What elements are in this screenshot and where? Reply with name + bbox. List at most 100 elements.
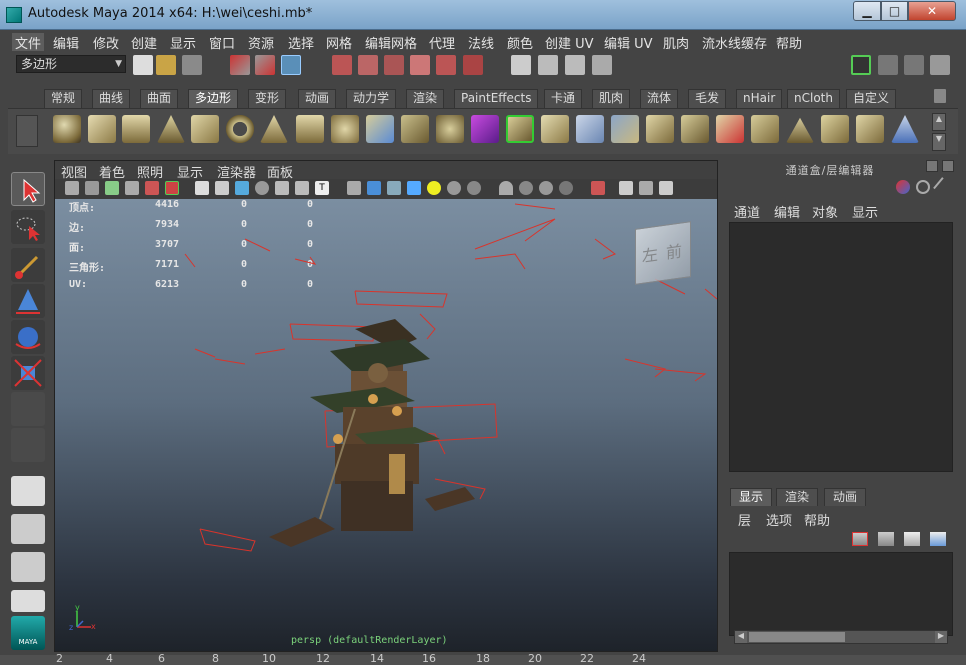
resolution-gate-icon[interactable]: [235, 181, 249, 195]
make-live-icon[interactable]: [436, 55, 456, 75]
poly-sphere-icon[interactable]: [53, 115, 81, 143]
bridge-icon[interactable]: [681, 115, 709, 143]
menu-color[interactable]: 颜色: [507, 33, 533, 52]
duplicate-face-icon[interactable]: [856, 115, 884, 143]
menu-edit-uv[interactable]: 编辑 UV: [604, 33, 653, 52]
manipulator-icon[interactable]: [933, 177, 953, 197]
scale-tool-icon[interactable]: [11, 356, 45, 390]
poly-pipe-icon[interactable]: [296, 115, 324, 143]
poly-plane-icon[interactable]: [191, 115, 219, 143]
film-gate-icon[interactable]: [215, 181, 229, 195]
last-tool-slot[interactable]: [11, 392, 45, 426]
menu-pipeline-cache[interactable]: 流水线缓存: [702, 33, 767, 52]
poly-cylinder-icon[interactable]: [122, 115, 150, 143]
separate-icon[interactable]: [401, 115, 429, 143]
menu-mesh[interactable]: 网格: [326, 33, 352, 52]
view-cube-left-face[interactable]: 左: [642, 241, 658, 267]
shelf-scroll-up-icon[interactable]: ▲: [932, 113, 946, 131]
snap-point-icon[interactable]: [384, 55, 404, 75]
menu-create[interactable]: 创建: [131, 33, 157, 52]
open-scene-icon[interactable]: [156, 55, 176, 75]
new-scene-icon[interactable]: [133, 55, 153, 75]
menu-display[interactable]: 显示: [170, 33, 196, 52]
scroll-right-icon[interactable]: ▶: [935, 631, 947, 643]
xray-icon[interactable]: [519, 181, 533, 195]
scrollbar-thumb[interactable]: [749, 632, 845, 642]
view-cube-front-face[interactable]: 前: [666, 237, 682, 263]
channel-box-toggle-icon[interactable]: [930, 55, 950, 75]
wedge-face-icon[interactable]: [821, 115, 849, 143]
render-view-icon[interactable]: [511, 55, 531, 75]
paint-select-tool-icon[interactable]: [11, 248, 45, 282]
close-button[interactable]: ✕: [908, 1, 956, 21]
use-all-lights-icon[interactable]: [427, 181, 441, 195]
move-layer-up-icon[interactable]: [852, 532, 868, 546]
shadows-icon[interactable]: [447, 181, 461, 195]
append-polygon-icon[interactable]: [576, 115, 604, 143]
select-component-icon[interactable]: [281, 55, 301, 75]
tab-toon[interactable]: 卡通: [544, 89, 583, 108]
time-slider[interactable]: 2 4 6 8 10 12 14 16 18 20 22 24: [0, 652, 966, 665]
lasso-tool-icon[interactable]: [11, 210, 45, 244]
menu-edit[interactable]: 编辑: [53, 33, 79, 52]
tab-fluids[interactable]: 流体: [640, 89, 679, 108]
select-tool-icon[interactable]: [11, 172, 45, 206]
move-tool-icon[interactable]: [11, 284, 45, 318]
frame-selected-icon[interactable]: [639, 181, 653, 195]
new-layer-from-selected-icon[interactable]: [930, 532, 946, 546]
pivot-icon[interactable]: [916, 180, 930, 194]
extrude-icon[interactable]: [646, 115, 674, 143]
boolean-union-icon[interactable]: [436, 115, 464, 143]
render-frame-icon[interactable]: [538, 55, 558, 75]
single-view-layout-icon[interactable]: [11, 476, 45, 506]
extract-icon[interactable]: [541, 115, 569, 143]
tab-curves[interactable]: 曲线: [92, 89, 131, 108]
tab-layer-render[interactable]: 渲染: [776, 488, 819, 506]
snap-view-plane-icon[interactable]: [410, 55, 430, 75]
layer-horizontal-scrollbar[interactable]: ◀ ▶: [734, 630, 948, 644]
channelbox-menu-show[interactable]: 显示: [852, 202, 878, 221]
tool-settings-icon[interactable]: [904, 55, 924, 75]
smooth-shade-icon[interactable]: [367, 181, 381, 195]
menu-help[interactable]: 帮助: [776, 33, 802, 52]
xray-components-icon[interactable]: [559, 181, 573, 195]
close-panel-icon[interactable]: [942, 160, 954, 172]
menu-set-selector[interactable]: 多边形 ▼: [16, 55, 126, 73]
menu-proxy[interactable]: 代理: [429, 33, 455, 52]
merge-vertex-icon[interactable]: [716, 115, 744, 143]
share-icon[interactable]: [659, 181, 673, 195]
poly-cone-icon[interactable]: [157, 115, 185, 143]
select-camera-icon[interactable]: [65, 181, 79, 195]
screen-space-ao-icon[interactable]: [467, 181, 481, 195]
safe-title-icon[interactable]: T: [315, 181, 329, 195]
menu-file[interactable]: 文件: [12, 33, 45, 52]
scene-view[interactable]: 顶点: 4416 0 0 边: 7934 0 0 面: 3707 0 0 三角形…: [55, 199, 717, 651]
layer-menu-help[interactable]: 帮助: [804, 510, 830, 529]
tab-polygons[interactable]: 多边形: [188, 89, 239, 108]
grease-pencil-icon[interactable]: [165, 181, 179, 195]
modeling-toolkit-icon[interactable]: [851, 55, 871, 75]
channelbox-menu-object[interactable]: 对象: [812, 202, 838, 221]
tab-surfaces[interactable]: 曲面: [140, 89, 179, 108]
tab-nhair[interactable]: nHair: [736, 89, 783, 108]
tab-deformation[interactable]: 变形: [248, 89, 287, 108]
layer-list-area[interactable]: [729, 552, 953, 636]
perspective-viewport[interactable]: 视图 着色 照明 显示 渲染器 面板 T 顶点: 4416 0 0 边: 793…: [54, 160, 718, 652]
menu-window[interactable]: 窗口: [209, 33, 235, 52]
menu-modify[interactable]: 修改: [93, 33, 119, 52]
attribute-editor-icon[interactable]: [878, 55, 898, 75]
layer-menu-layers[interactable]: 层: [738, 510, 751, 529]
shelf-menu-icon[interactable]: [16, 115, 38, 147]
xray-joints-icon[interactable]: [539, 181, 553, 195]
safe-action-icon[interactable]: [295, 181, 309, 195]
maximize-button[interactable]: □: [881, 1, 908, 21]
wireframe-icon[interactable]: [347, 181, 361, 195]
trash-icon[interactable]: [934, 89, 946, 103]
tab-dynamics[interactable]: 动力学: [346, 89, 397, 108]
ipr-render-icon[interactable]: [565, 55, 585, 75]
combine-icon[interactable]: [366, 115, 394, 143]
minimize-button[interactable]: ▁: [853, 1, 881, 21]
graph-layout-icon[interactable]: [11, 590, 45, 612]
menu-assets[interactable]: 资源: [248, 33, 274, 52]
tab-animation[interactable]: 动画: [298, 89, 337, 108]
